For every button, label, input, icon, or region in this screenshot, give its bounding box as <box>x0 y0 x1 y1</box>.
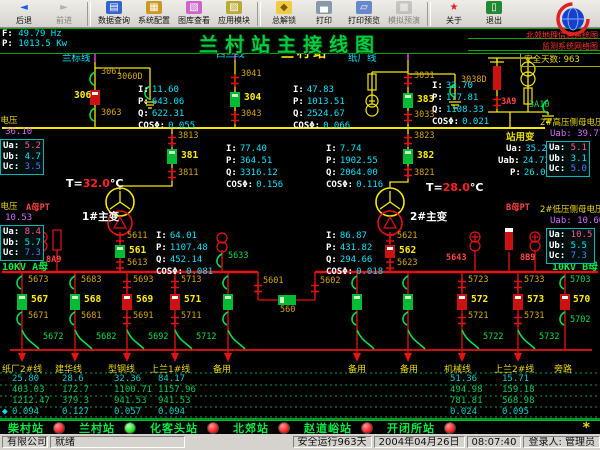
breaker-562 <box>385 245 395 258</box>
print-icon: ▄ <box>316 1 332 14</box>
forward-icon: ► <box>56 1 72 14</box>
ready-cell: 就绪 <box>50 436 185 448</box>
status-led-red <box>53 422 65 434</box>
toolbar-label: 系统配置 <box>138 15 170 26</box>
freq-key: F: <box>2 29 13 39</box>
globe-logo <box>554 0 592 38</box>
status-led-red <box>278 422 290 434</box>
safe-run-days-cell: 安全运行963天 <box>293 436 372 448</box>
status-bar: 有限公司就绪 安全运行963天2004年04月26日08:07:40登录人: 管理… <box>0 434 600 450</box>
one-line-diagram <box>0 52 600 420</box>
toolbar-label: 后退 <box>16 15 32 26</box>
page-title: 兰村站主接线图 <box>150 30 430 57</box>
company-cell: 有限公司 <box>2 436 48 448</box>
toolbar-label: 模拟预演 <box>388 15 420 26</box>
data-query-icon: ▤ <box>106 1 122 14</box>
print-preview-icon: ▱ <box>356 1 372 14</box>
status-led-green <box>124 422 136 434</box>
system-readings: F: 49.79 Hz P: 1013.5 Kw <box>2 29 67 49</box>
power-unit: Kw <box>56 39 67 49</box>
status-led-red <box>361 422 373 434</box>
disconnect-switches-closed[interactable] <box>116 74 522 327</box>
toolbar-label: 应用模块 <box>218 15 250 26</box>
toolbar-unlock-all-button[interactable]: ◆总解锁 <box>264 1 304 26</box>
freq-value: 49.79 <box>18 29 45 39</box>
about-icon: ★ <box>446 1 462 14</box>
gallery-view-icon: ▧ <box>186 1 202 14</box>
exit-icon: ▯ <box>486 1 502 14</box>
transformer-1-lv-winding <box>108 211 132 235</box>
toolbar-separator <box>257 2 261 26</box>
system-config-icon: ▦ <box>146 1 162 14</box>
toolbar: ◄后退►前进▤数据查询▦系统配置▧图库查看▨应用模块◆总解锁▄打印▱打印预览■模… <box>0 0 600 28</box>
toolbar-label: 总解锁 <box>272 15 296 26</box>
toolbar-simulation-button: ■模拟预演 <box>384 1 424 26</box>
feeder-arrows <box>18 353 522 362</box>
toolbar-system-config-button[interactable]: ▦系统配置 <box>134 1 174 26</box>
toolbar-separator <box>427 2 431 26</box>
10kv-wires <box>2 235 598 353</box>
toolbar-gallery-view-button[interactable]: ▧图库查看 <box>174 1 214 26</box>
toolbar-label: 打印 <box>316 15 332 26</box>
breaker-561 <box>115 245 125 258</box>
toolbar-label: 关于 <box>446 15 462 26</box>
unlock-all-icon: ◆ <box>276 1 292 14</box>
toolbar-exit-button[interactable]: ▯退出 <box>474 1 514 26</box>
toolbar-separator <box>87 2 91 26</box>
toolbar-back-button[interactable]: ◄后退 <box>4 1 44 26</box>
transformer-2-lv-winding <box>378 211 402 235</box>
header-bar: F: 49.79 Hz P: 1013.5 Kw 兰村站主接线图 北郊地理信息系… <box>0 28 600 54</box>
scada-window: ◄后退►前进▤数据查询▦系统配置▧图库查看▨应用模块◆总解锁▄打印▱打印预览■模… <box>0 0 600 450</box>
link-network-map[interactable]: 监测系统网络图 <box>526 41 598 52</box>
toolbar-label: 前进 <box>56 15 72 26</box>
time-cell: 08:07:40 <box>467 436 522 448</box>
power-key: P: <box>2 39 13 49</box>
simulation-icon: ■ <box>396 1 412 14</box>
status-led-red <box>207 422 219 434</box>
date-cell: 2004年04月26日 <box>374 436 465 448</box>
transformer-symbols[interactable] <box>106 188 404 235</box>
toolbar-label: 退出 <box>486 15 502 26</box>
table-lines <box>0 373 600 417</box>
login-user-cell: 登录人: 管理员 <box>523 436 600 448</box>
arrester-3a9 <box>493 66 501 90</box>
freq-unit: Hz <box>51 29 62 39</box>
toolbar-label: 图库查看 <box>178 15 210 26</box>
35kv-wires <box>2 58 554 190</box>
toolbar-forward-button: ►前进 <box>44 1 84 26</box>
toolbar-print-button[interactable]: ▄打印 <box>304 1 344 26</box>
back-icon: ◄ <box>16 1 32 14</box>
power-value: 1013.5 <box>18 39 51 49</box>
breakers[interactable] <box>17 66 570 310</box>
toolbar-label: 数据查询 <box>98 15 130 26</box>
app-module-icon: ▨ <box>226 1 242 14</box>
toolbar-app-module-button[interactable]: ▨应用模块 <box>214 1 254 26</box>
toolbar-about-button[interactable]: ★关于 <box>434 1 474 26</box>
toolbar-data-query-button[interactable]: ▤数据查询 <box>94 1 134 26</box>
station-nav-bar: 柴村站兰村站化客头站北郊站赵道峪站开闭所站* <box>0 420 600 434</box>
toolbar-print-preview-button[interactable]: ▱打印预览 <box>344 1 384 26</box>
disconnect-switches-open[interactable] <box>17 72 565 349</box>
toolbar-label: 打印预览 <box>348 15 380 26</box>
status-led-red <box>444 422 456 434</box>
